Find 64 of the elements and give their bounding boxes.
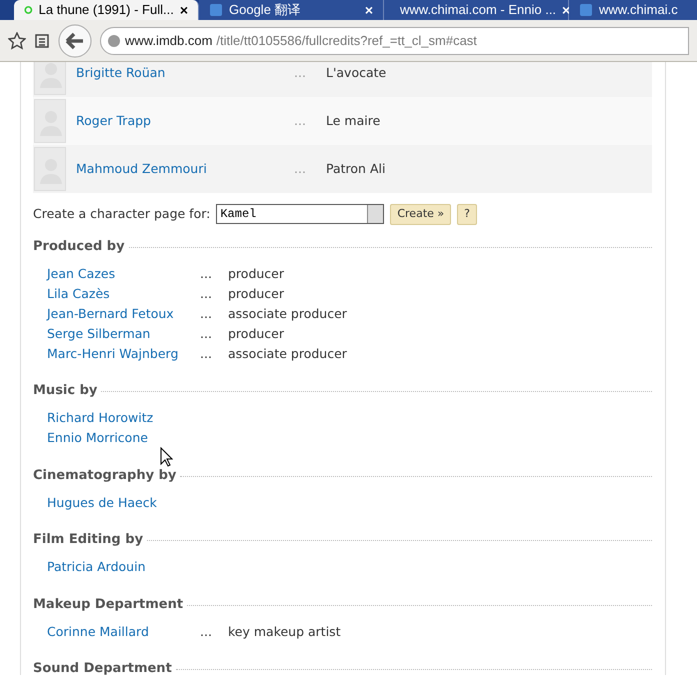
avatar-placeholder <box>34 99 66 143</box>
tab-favicon-icon <box>24 3 33 17</box>
tab-favicon-icon <box>209 3 223 17</box>
actor-link[interactable]: Mahmoud Zemmouri <box>76 160 294 178</box>
crew-role: producer <box>228 324 284 343</box>
close-tab-button[interactable]: × <box>180 0 188 20</box>
crew-link[interactable]: Lila Cazès <box>47 284 200 304</box>
section-heading: Music by <box>33 382 98 400</box>
back-icon[interactable] <box>58 24 92 58</box>
crew-link[interactable]: Richard Horowitz <box>47 409 200 428</box>
ellipsis-text: ... <box>200 344 213 363</box>
character-page-label: Create a character page for: <box>33 204 210 223</box>
crew-role: producer <box>228 284 284 303</box>
crew-role: associate producer <box>228 344 347 363</box>
crew-link[interactable]: Ennio Morricone <box>47 429 200 448</box>
ellipsis-text: ... <box>200 284 213 303</box>
actor-link[interactable]: Brigitte Roüan <box>76 64 294 82</box>
address-bar[interactable]: www.imdb.com /title/tt0105586/fullcredits?ref_=tt_cl_sm#cast <box>100 26 689 54</box>
crew-role: associate producer <box>228 304 347 323</box>
ellipsis-text: ... <box>294 64 307 82</box>
section-heading: Film Editing by <box>33 531 144 549</box>
tab-favicon-icon <box>579 3 593 17</box>
section-heading: Sound Department <box>33 660 172 678</box>
actor-link[interactable]: Roger Trapp <box>76 112 294 130</box>
star-icon[interactable] <box>8 32 26 50</box>
globe-icon <box>107 34 121 48</box>
tab-title: La thune (1991) - Full... <box>38 1 174 20</box>
ellipsis-text: ... <box>200 324 213 343</box>
browser-tab[interactable]: www.chimai.c <box>569 0 697 20</box>
ellipsis-text: ... <box>294 160 307 178</box>
create-button[interactable]: Create » <box>390 204 452 224</box>
crew-role: producer <box>228 264 284 283</box>
help-button[interactable]: ? <box>457 204 477 224</box>
url-host: www.imdb.com <box>125 32 212 50</box>
close-tab-button[interactable]: × <box>562 0 570 20</box>
tab-title: Google 翻译 <box>229 1 301 20</box>
crew-link[interactable]: Jean Cazes <box>47 264 200 284</box>
ellipsis-text: ... <box>200 622 213 641</box>
browser-tab[interactable]: La thune (1991) - Full... × <box>14 0 199 20</box>
ellipsis-text: ... <box>294 112 307 130</box>
tab-title: www.chimai.com - Ennio ... <box>400 1 556 20</box>
crew-link[interactable]: Corinne Maillard <box>47 622 200 642</box>
crew-link[interactable]: Hugues de Haeck <box>47 494 200 512</box>
crew-link[interactable]: Jean-Bernard Fetoux <box>47 304 200 324</box>
reader-icon[interactable] <box>34 32 50 48</box>
crew-link[interactable]: Patricia Ardouin <box>47 558 200 577</box>
crew-link[interactable]: Serge Silberman <box>47 324 200 344</box>
section-heading: Cinematography by <box>33 466 176 484</box>
close-tab-button[interactable]: × <box>364 0 373 20</box>
section-heading: Produced by <box>33 238 125 256</box>
url-path: /title/tt0105586/fullcredits?ref_=tt_cl_sm#cast <box>216 32 477 50</box>
browser-tab[interactable]: www.chimai.com - Ennio ... × <box>384 0 569 20</box>
section-heading: Makeup Department <box>33 596 184 614</box>
browser-tab[interactable]: Google 翻译 × <box>199 0 384 20</box>
crew-role: key makeup artist <box>228 622 341 641</box>
character-name: Le maire <box>326 112 380 130</box>
character-name: L'avocate <box>326 64 386 82</box>
ellipsis-text: ... <box>200 264 213 283</box>
tab-title: www.chimai.c <box>599 1 678 20</box>
crew-link[interactable]: Marc-Henri Wajnberg <box>47 344 200 364</box>
ellipsis-text: ... <box>200 304 213 323</box>
character-select[interactable]: Kamel <box>216 204 384 224</box>
character-name: Patron Ali <box>326 160 386 178</box>
mouse-pointer-icon <box>160 447 173 467</box>
